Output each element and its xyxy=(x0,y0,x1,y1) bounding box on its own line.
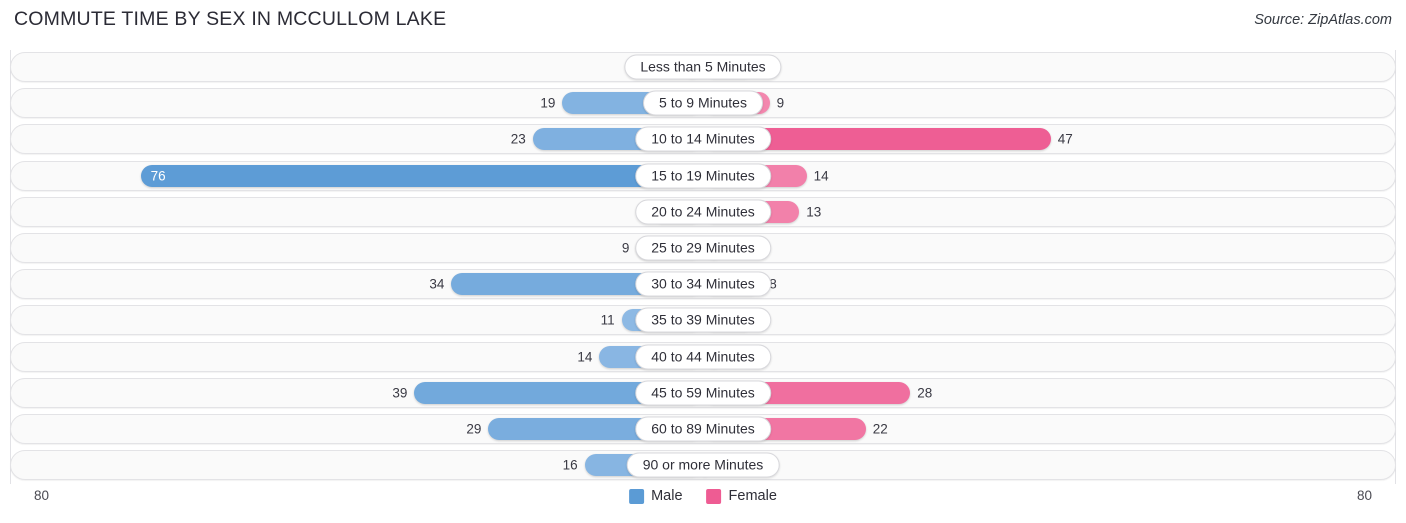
bar-value-male: 39 xyxy=(392,385,408,401)
axis-label-left: 80 xyxy=(34,488,50,503)
bar-male[interactable]: 76 xyxy=(140,164,703,187)
plot-area: 37Less than 5 Minutes 19 9 5 to 9 Minutes 23… xyxy=(0,50,1406,484)
category-label: 20 to 24 Minutes xyxy=(635,199,771,225)
legend-label-female: Female xyxy=(728,488,777,504)
category-label: 10 to 14 Minutes xyxy=(635,126,771,152)
bar-value-male: 29 xyxy=(466,421,482,437)
category-label: 90 or more Minutes xyxy=(626,452,780,478)
chart-row[interactable]: 29 22 60 to 89 Minutes xyxy=(10,414,1396,444)
bar-value-female: 47 xyxy=(1057,131,1073,147)
bar-value-female: 9 xyxy=(776,95,785,111)
category-label: 5 to 9 Minutes xyxy=(643,90,763,116)
chart-legend: Male Female xyxy=(629,488,777,504)
chart-row[interactable]: 34 8 30 to 34 Minutes xyxy=(10,269,1396,300)
bar-value-female: 13 xyxy=(806,204,822,220)
category-label: Less than 5 Minutes xyxy=(624,54,782,80)
bar-value-male: 11 xyxy=(600,312,615,328)
chart-title: COMMUTE TIME BY SEX IN MCCULLOM LAKE xyxy=(14,8,447,30)
chart-row[interactable]: 76 14 15 to 19 Minutes xyxy=(10,160,1396,191)
legend-item-female[interactable]: Female xyxy=(706,488,777,504)
bar-value-female: 22 xyxy=(872,421,888,437)
category-label: 45 to 59 Minutes xyxy=(635,380,771,406)
category-label: 30 to 34 Minutes xyxy=(635,271,771,297)
chart-footer: 80 80 Male Female xyxy=(0,484,1406,523)
legend-swatch-female-icon xyxy=(706,488,722,504)
bar-value-male: 76 xyxy=(150,168,166,184)
category-label: 60 to 89 Minutes xyxy=(635,416,771,442)
chart-row[interactable]: 39 28 45 to 59 Minutes xyxy=(10,377,1396,408)
bar-value-male: 34 xyxy=(429,276,445,292)
bar-value-male: 16 xyxy=(562,457,578,473)
bar-value-male: 23 xyxy=(510,131,526,147)
chart-row[interactable]: 71320 to 24 Minutes xyxy=(10,196,1396,227)
chart-row[interactable]: 9325 to 29 Minutes xyxy=(10,233,1396,263)
bar-value-female: 28 xyxy=(917,385,933,401)
axis-label-right: 80 xyxy=(1356,488,1372,503)
chart-row[interactable]: 16090 or more Minutes xyxy=(10,450,1396,481)
chart-row[interactable]: 37Less than 5 Minutes xyxy=(10,52,1396,82)
grid-line xyxy=(10,50,11,484)
legend-item-male[interactable]: Male xyxy=(629,488,683,504)
category-label: 40 to 44 Minutes xyxy=(635,344,771,370)
legend-label-male: Male xyxy=(651,488,683,504)
chart-container: COMMUTE TIME BY SEX IN MCCULLOM LAKE Sou… xyxy=(0,0,1406,523)
bar-value-male: 9 xyxy=(621,240,630,256)
bar-value-male: 19 xyxy=(540,95,556,111)
chart-row[interactable]: 23 47 10 to 14 Minutes xyxy=(10,124,1396,155)
chart-row[interactable]: 11735 to 39 Minutes xyxy=(10,305,1396,336)
bar-value-male: 14 xyxy=(577,349,593,365)
grid-line xyxy=(1395,50,1396,484)
source-attribution: Source: ZipAtlas.com xyxy=(1254,12,1392,28)
chart-row[interactable]: 14340 to 44 Minutes xyxy=(10,341,1396,372)
category-label: 25 to 29 Minutes xyxy=(635,235,771,261)
chart-row[interactable]: 19 9 5 to 9 Minutes xyxy=(10,88,1396,119)
category-label: 35 to 39 Minutes xyxy=(635,307,771,333)
bar-value-female: 14 xyxy=(813,168,829,184)
category-label: 15 to 19 Minutes xyxy=(635,163,771,189)
legend-swatch-male-icon xyxy=(629,488,645,504)
